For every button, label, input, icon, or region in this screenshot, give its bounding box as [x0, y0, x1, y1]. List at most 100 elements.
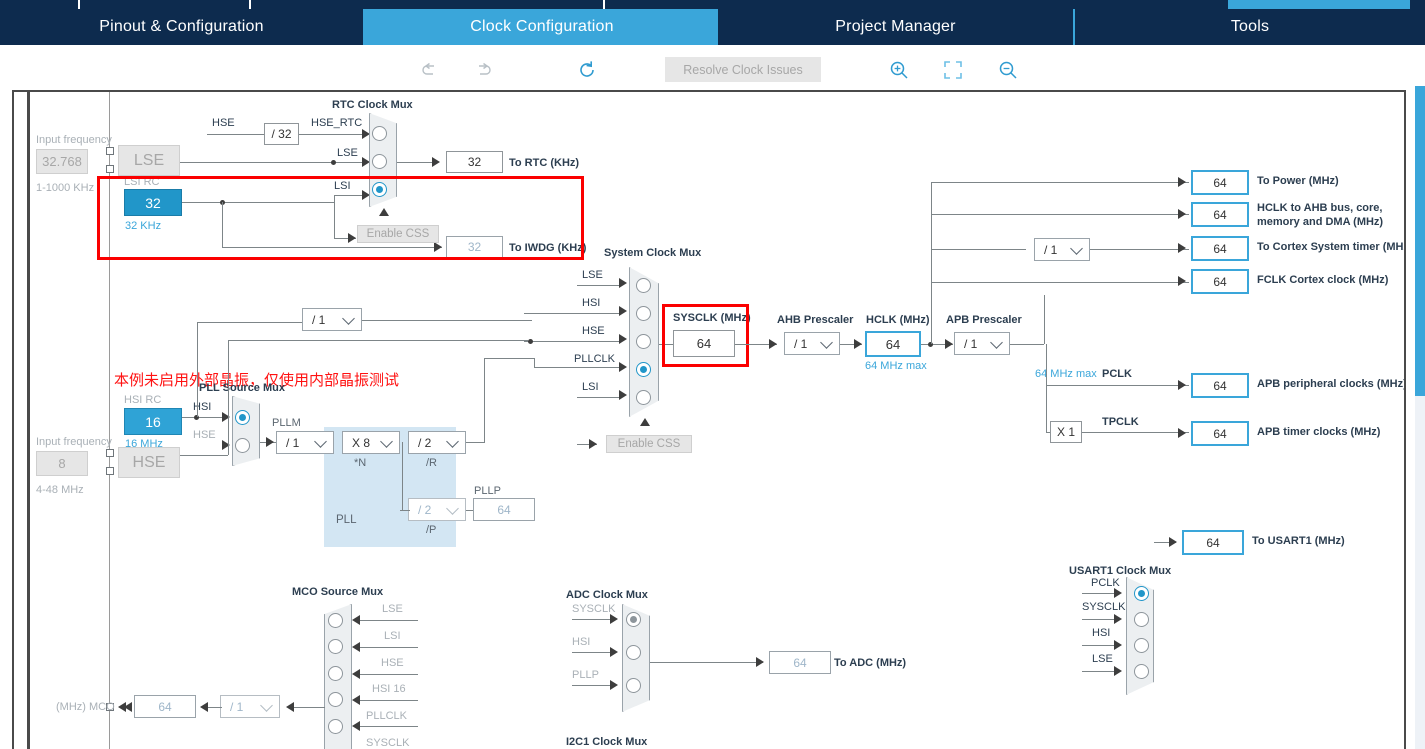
usart1-output-box[interactable]: 64 — [1182, 530, 1244, 555]
usart1-radio-lse[interactable] — [1134, 664, 1149, 679]
lsi-rc-value-field[interactable]: 32 — [124, 189, 182, 216]
hclk-value-box[interactable]: 64 — [865, 331, 921, 357]
apb-prescaler-select[interactable]: / 1 — [954, 332, 1010, 355]
mco-source-mux-title: MCO Source Mux — [292, 586, 384, 598]
sysmux-radio-lsi[interactable] — [636, 390, 651, 405]
rtc-mux-radio-hse-rtc[interactable] — [372, 126, 387, 141]
usart1-radio-pclk[interactable] — [1134, 586, 1149, 601]
adc-clock-mux-title: ADC Clock Mux — [566, 589, 648, 601]
hsi-prescaler-select[interactable]: / 1 — [302, 308, 362, 331]
pllr-select[interactable]: / 2 — [408, 431, 466, 454]
plln-select[interactable]: X 8 — [342, 431, 400, 454]
tab-label: Tools — [1230, 18, 1270, 35]
sysclk-label: SYSCLK (MHz) — [673, 312, 751, 324]
tab-project-manager[interactable]: Project Manager — [718, 9, 1073, 45]
lse-pin-in — [106, 147, 114, 155]
system-enable-css-button[interactable]: Enable CSS — [606, 435, 692, 453]
redo-icon[interactable] — [470, 57, 496, 83]
pll-source-mux[interactable] — [232, 396, 260, 466]
wire-hsi-top — [197, 322, 317, 323]
pll-src-hsi-label: HSI — [193, 401, 212, 413]
mco-divider-select[interactable]: / 1 — [220, 695, 280, 718]
output-box-hclk-ahb[interactable]: 64 — [1191, 202, 1249, 227]
sysmux-lsi-label: LSI — [582, 381, 599, 393]
mco-output-value: 64 — [158, 699, 172, 714]
chevron-down-icon — [446, 434, 459, 448]
hsi-prescaler-value: / 1 — [312, 312, 326, 327]
rtc-mux-radio-lsi[interactable] — [372, 182, 387, 197]
zoom-out-icon[interactable] — [995, 57, 1021, 83]
tab-tools[interactable]: Tools — [1075, 9, 1425, 45]
sysmux-radio-pllclk[interactable] — [636, 362, 651, 377]
pll-src-radio-hsi[interactable] — [235, 410, 250, 425]
tab-pinout-configuration[interactable]: Pinout & Configuration — [0, 9, 363, 45]
pllm-select[interactable]: / 1 — [276, 431, 334, 454]
sysmux-radio-hse[interactable] — [636, 334, 651, 349]
sysmux-radio-hsi[interactable] — [636, 306, 651, 321]
sysclk-value-box[interactable]: 64 — [673, 330, 735, 357]
zoom-in-icon[interactable] — [886, 57, 912, 83]
lse-input-frequency-field[interactable]: 32.768 — [36, 149, 88, 174]
adc-radio-pllp[interactable] — [626, 678, 641, 693]
chevron-down-icon — [990, 335, 1003, 349]
reset-icon[interactable] — [574, 57, 600, 83]
wire-sysmux-lse — [577, 285, 622, 286]
adc-radio-hsi[interactable] — [626, 645, 641, 660]
chevron-down-icon — [1070, 241, 1083, 255]
arrow-adc-in2 — [610, 680, 618, 690]
hse-input-frequency-field[interactable]: 8 — [36, 451, 88, 476]
rtc-enable-css-button[interactable]: Enable CSS — [357, 225, 439, 243]
tab-label: Project Manager — [835, 18, 956, 35]
usart1-radio-sysclk[interactable] — [1134, 612, 1149, 627]
hse-oscillator-box[interactable]: HSE — [118, 447, 180, 478]
undo-icon[interactable] — [417, 57, 443, 83]
clock-tree-canvas[interactable]: Input frequency 32.768 1-1000 KHz LSE LS… — [12, 90, 1406, 749]
wire-mco-lse — [358, 620, 418, 621]
wire-pclk-riser — [1044, 295, 1045, 344]
arrow-mco-in4 — [352, 721, 360, 731]
apb-timer-multiplier-box[interactable]: X 1 — [1050, 421, 1082, 443]
fit-to-screen-icon[interactable] — [940, 57, 966, 83]
arrow-adc-in1 — [610, 647, 618, 657]
lsi-rc-title: LSI RC — [124, 176, 160, 188]
to-rtc-value-box[interactable]: 32 — [446, 151, 503, 173]
output-box-to-power[interactable]: 64 — [1191, 170, 1249, 195]
output-box-apb-peripheral[interactable]: 64 — [1191, 373, 1249, 398]
ahb-prescaler-select[interactable]: / 1 — [784, 332, 840, 355]
hse-rtc-divider-box[interactable]: / 32 — [264, 123, 299, 145]
tab-clock-configuration[interactable]: Clock Configuration — [365, 9, 719, 45]
arrow-iwdg-in — [434, 242, 442, 252]
output-box-cortex-systimer[interactable]: 64 — [1191, 236, 1249, 261]
mco-radio-hsi16[interactable] — [328, 692, 343, 707]
output-box-apb-timer[interactable]: 64 — [1191, 421, 1249, 446]
arrow-sysmux-in3 — [619, 362, 627, 372]
mco-divider-value: / 1 — [230, 699, 244, 714]
mco-radio-pllclk[interactable] — [328, 719, 343, 734]
wire-mco-hse — [358, 674, 418, 675]
cortex-timer-prescaler-select[interactable]: / 1 — [1034, 238, 1090, 261]
system-enable-css-label: Enable CSS — [617, 438, 681, 450]
output-box-fclk[interactable]: 64 — [1191, 269, 1249, 294]
pll-src-radio-hse[interactable] — [235, 438, 250, 453]
mco-radio-lsi[interactable] — [328, 639, 343, 654]
canvas-vertical-scrollbar[interactable] — [1415, 86, 1425, 749]
pllp-select[interactable]: / 2 — [408, 498, 466, 521]
adc-radio-sysclk[interactable] — [626, 612, 641, 627]
hsi-rc-value-field[interactable]: 16 — [124, 408, 182, 435]
arrow-adc-out — [756, 657, 764, 667]
arrow-usart1-in0 — [1114, 588, 1122, 598]
sysmux-radio-lse[interactable] — [636, 278, 651, 293]
scrollbar-thumb[interactable] — [1415, 86, 1425, 396]
mco-radio-hse[interactable] — [328, 666, 343, 681]
resolve-clock-issues-label: Resolve Clock Issues — [683, 62, 803, 77]
usart1-radio-hsi[interactable] — [1134, 638, 1149, 653]
arrow-mco-in2 — [352, 669, 360, 679]
arrow-mco-in0 — [352, 615, 360, 625]
hsi-rc-value: 16 — [145, 413, 161, 430]
rtc-mux-radio-lse[interactable] — [372, 154, 387, 169]
lse-oscillator-box[interactable]: LSE — [118, 145, 180, 176]
arrow-rtcmux-in0 — [362, 129, 370, 139]
mco-output-box: 64 — [134, 695, 196, 718]
resolve-clock-issues-button[interactable]: Resolve Clock Issues — [665, 57, 821, 82]
mco-radio-lse[interactable] — [328, 613, 343, 628]
